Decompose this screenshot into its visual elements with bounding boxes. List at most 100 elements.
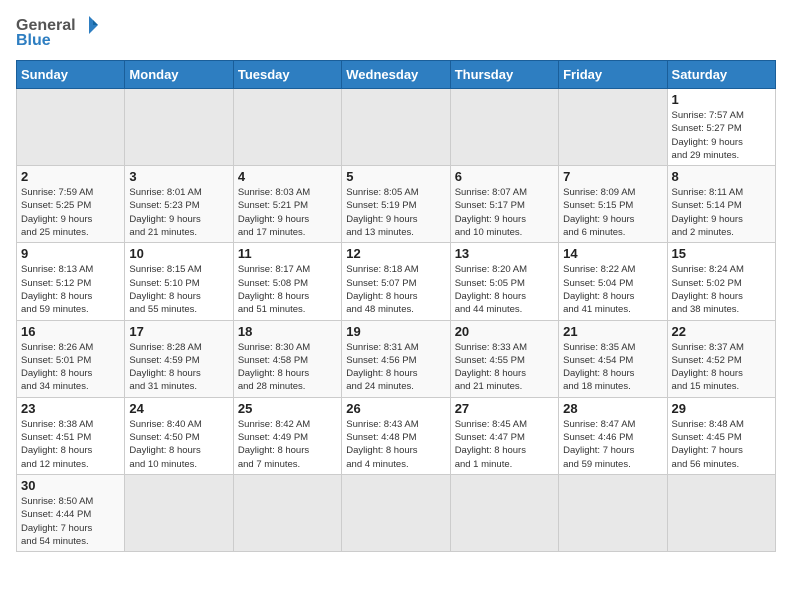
calendar-row: 1Sunrise: 7:57 AM Sunset: 5:27 PM Daylig… [17, 89, 776, 166]
table-row: 29Sunrise: 8:48 AM Sunset: 4:45 PM Dayli… [667, 397, 775, 474]
day-number: 2 [21, 169, 120, 184]
day-info: Sunrise: 8:22 AM Sunset: 5:04 PM Dayligh… [563, 263, 662, 316]
table-row: 14 Sunrise: 8:22 AM Sunset: 5:04 PM Dayli… [559, 243, 667, 320]
day-number: 21 [563, 324, 662, 339]
day-number: 24 [129, 401, 228, 416]
day-info: Sunrise: 8:33 AM Sunset: 4:55 PM Dayligh… [455, 341, 554, 394]
day-info: Sunrise: 8:48 AM Sunset: 4:45 PM Dayligh… [672, 418, 771, 471]
day-number: 9 [21, 246, 120, 261]
header-sunday: Sunday [17, 61, 125, 89]
day-info: Sunrise: 7:57 AM Sunset: 5:27 PM Dayligh… [672, 109, 771, 162]
day-info: Sunrise: 8:31 AM Sunset: 4:56 PM Dayligh… [346, 341, 445, 394]
day-info: Sunrise: 8:03 AM Sunset: 5:21 PM Dayligh… [238, 186, 337, 239]
day-number: 14 [563, 246, 662, 261]
table-row: 24 Sunrise: 8:40 AM Sunset: 4:50 PM Dayli… [125, 397, 233, 474]
day-number: 20 [455, 324, 554, 339]
day-number: 10 [129, 246, 228, 261]
table-row: 27Sunrise: 8:45 AM Sunset: 4:47 PM Dayli… [450, 397, 558, 474]
calendar-row: 9 Sunrise: 8:13 AM Sunset: 5:12 PM Daylig… [17, 243, 776, 320]
day-number: 13 [455, 246, 554, 261]
day-info: Sunrise: 8:13 AM Sunset: 5:12 PM Dayligh… [21, 263, 120, 316]
calendar-row: 16Sunrise: 8:26 AM Sunset: 5:01 PM Dayli… [17, 320, 776, 397]
day-info: Sunrise: 8:18 AM Sunset: 5:07 PM Dayligh… [346, 263, 445, 316]
table-row: 18Sunrise: 8:30 AM Sunset: 4:58 PM Dayli… [233, 320, 341, 397]
day-info: Sunrise: 8:28 AM Sunset: 4:59 PM Dayligh… [129, 341, 228, 394]
table-row: 16Sunrise: 8:26 AM Sunset: 5:01 PM Dayli… [17, 320, 125, 397]
day-info: Sunrise: 8:40 AM Sunset: 4:50 PM Dayligh… [129, 418, 228, 471]
day-number: 6 [455, 169, 554, 184]
calendar-row: 30 Sunrise: 8:50 AM Sunset: 4:44 PM Dayli… [17, 474, 776, 551]
day-number: 11 [238, 246, 337, 261]
day-number: 26 [346, 401, 445, 416]
day-info: Sunrise: 8:20 AM Sunset: 5:05 PM Dayligh… [455, 263, 554, 316]
weekday-header-row: Sunday Monday Tuesday Wednesday Thursday… [17, 61, 776, 89]
table-row: 1Sunrise: 7:57 AM Sunset: 5:27 PM Daylig… [667, 89, 775, 166]
day-info: Sunrise: 8:09 AM Sunset: 5:15 PM Dayligh… [563, 186, 662, 239]
table-row [450, 474, 558, 551]
day-info: Sunrise: 8:15 AM Sunset: 5:10 PM Dayligh… [129, 263, 228, 316]
table-row [667, 474, 775, 551]
table-row: 28Sunrise: 8:47 AM Sunset: 4:46 PM Dayli… [559, 397, 667, 474]
table-row: 17 Sunrise: 8:28 AM Sunset: 4:59 PM Dayli… [125, 320, 233, 397]
table-row: 21 Sunrise: 8:35 AM Sunset: 4:54 PM Dayli… [559, 320, 667, 397]
day-number: 5 [346, 169, 445, 184]
header-monday: Monday [125, 61, 233, 89]
logo-flag-icon [78, 14, 100, 36]
day-number: 7 [563, 169, 662, 184]
day-info: Sunrise: 7:59 AM Sunset: 5:25 PM Dayligh… [21, 186, 120, 239]
day-number: 15 [672, 246, 771, 261]
header: General Blue [16, 16, 776, 50]
header-wednesday: Wednesday [342, 61, 450, 89]
table-row: 26Sunrise: 8:43 AM Sunset: 4:48 PM Dayli… [342, 397, 450, 474]
day-number: 12 [346, 246, 445, 261]
day-number: 22 [672, 324, 771, 339]
table-row: 13 Sunrise: 8:20 AM Sunset: 5:05 PM Dayli… [450, 243, 558, 320]
day-info: Sunrise: 8:17 AM Sunset: 5:08 PM Dayligh… [238, 263, 337, 316]
calendar-table: Sunday Monday Tuesday Wednesday Thursday… [16, 60, 776, 552]
table-row: 30 Sunrise: 8:50 AM Sunset: 4:44 PM Dayli… [17, 474, 125, 551]
day-number: 28 [563, 401, 662, 416]
day-info: Sunrise: 8:37 AM Sunset: 4:52 PM Dayligh… [672, 341, 771, 394]
table-row: 8Sunrise: 8:11 AM Sunset: 5:14 PM Daylig… [667, 166, 775, 243]
logo: General Blue [16, 16, 100, 50]
day-info: Sunrise: 8:42 AM Sunset: 4:49 PM Dayligh… [238, 418, 337, 471]
day-info: Sunrise: 8:07 AM Sunset: 5:17 PM Dayligh… [455, 186, 554, 239]
table-row: 7 Sunrise: 8:09 AM Sunset: 5:15 PM Daylig… [559, 166, 667, 243]
day-number: 18 [238, 324, 337, 339]
calendar-row: 2 Sunrise: 7:59 AM Sunset: 5:25 PM Daylig… [17, 166, 776, 243]
day-info: Sunrise: 8:35 AM Sunset: 4:54 PM Dayligh… [563, 341, 662, 394]
day-number: 4 [238, 169, 337, 184]
header-thursday: Thursday [450, 61, 558, 89]
table-row: 3Sunrise: 8:01 AM Sunset: 5:23 PM Daylig… [125, 166, 233, 243]
table-row [125, 474, 233, 551]
table-row: 23Sunrise: 8:38 AM Sunset: 4:51 PM Dayli… [17, 397, 125, 474]
table-row [342, 474, 450, 551]
header-tuesday: Tuesday [233, 61, 341, 89]
header-saturday: Saturday [667, 61, 775, 89]
header-friday: Friday [559, 61, 667, 89]
table-row: 20 Sunrise: 8:33 AM Sunset: 4:55 PM Dayli… [450, 320, 558, 397]
table-row: 22 Sunrise: 8:37 AM Sunset: 4:52 PM Dayli… [667, 320, 775, 397]
day-number: 30 [21, 478, 120, 493]
table-row [559, 474, 667, 551]
day-info: Sunrise: 8:11 AM Sunset: 5:14 PM Dayligh… [672, 186, 771, 239]
table-row: 2 Sunrise: 7:59 AM Sunset: 5:25 PM Daylig… [17, 166, 125, 243]
calendar-row: 23Sunrise: 8:38 AM Sunset: 4:51 PM Dayli… [17, 397, 776, 474]
table-row [559, 89, 667, 166]
table-row [342, 89, 450, 166]
day-number: 27 [455, 401, 554, 416]
page: General Blue Sunday Monday Tuesday Wedne… [0, 0, 792, 562]
table-row: 10 Sunrise: 8:15 AM Sunset: 5:10 PM Dayli… [125, 243, 233, 320]
logo-container: General Blue [16, 16, 100, 50]
day-number: 17 [129, 324, 228, 339]
day-info: Sunrise: 8:50 AM Sunset: 4:44 PM Dayligh… [21, 495, 120, 548]
table-row: 19Sunrise: 8:31 AM Sunset: 4:56 PM Dayli… [342, 320, 450, 397]
table-row [233, 89, 341, 166]
table-row: 25Sunrise: 8:42 AM Sunset: 4:49 PM Dayli… [233, 397, 341, 474]
day-info: Sunrise: 8:26 AM Sunset: 5:01 PM Dayligh… [21, 341, 120, 394]
table-row [450, 89, 558, 166]
table-row: 9 Sunrise: 8:13 AM Sunset: 5:12 PM Daylig… [17, 243, 125, 320]
table-row: 11 Sunrise: 8:17 AM Sunset: 5:08 PM Dayli… [233, 243, 341, 320]
table-row: 4 Sunrise: 8:03 AM Sunset: 5:21 PM Daylig… [233, 166, 341, 243]
day-info: Sunrise: 8:05 AM Sunset: 5:19 PM Dayligh… [346, 186, 445, 239]
